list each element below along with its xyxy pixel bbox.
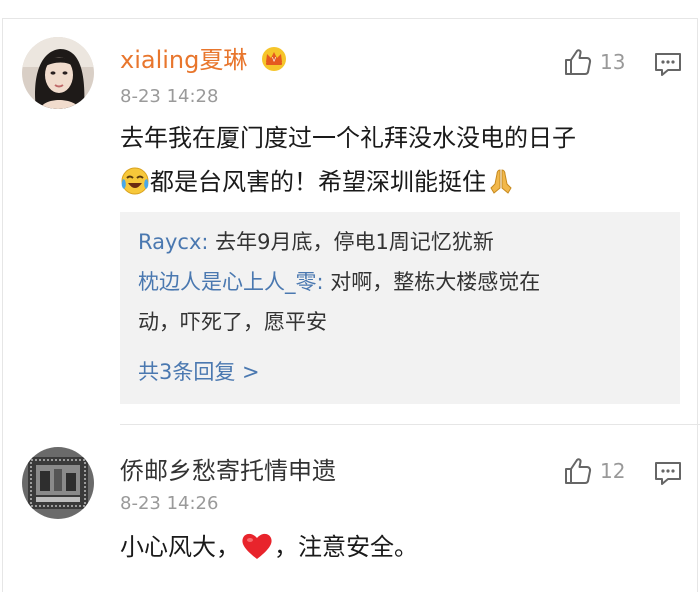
reply-text: 去年9月底，停电1周记忆犹新 — [215, 230, 494, 254]
avatar[interactable] — [22, 37, 94, 109]
comment-time: 8-23 14:26 — [120, 493, 219, 514]
reply-separator: : — [201, 230, 216, 254]
comment-item: xialing夏琳 V 8-23 14:28 13 去年我在厦门度过一个礼拜没水… — [0, 0, 696, 424]
more-replies-link[interactable]: 共3条回复 > — [138, 358, 260, 386]
reply-separator: : — [316, 270, 331, 294]
comment-content-line: 去年我在厦门度过一个礼拜没水没电的日子 — [120, 124, 576, 152]
reply-text-continuation: 动，吓死了，愿平安 — [138, 310, 327, 334]
comment-icon[interactable] — [652, 48, 684, 80]
username[interactable]: 侨邮乡愁寄托情申遗 — [120, 457, 336, 485]
comment-content-text: 都是台风害的！希望深圳能挺住 — [150, 168, 486, 196]
thumbs-up-icon[interactable] — [562, 455, 594, 487]
reply-author[interactable]: Raycx — [138, 230, 201, 254]
thumbs-up-icon[interactable] — [562, 46, 594, 78]
comment-content-line: 都是台风害的！希望深圳能挺住 — [120, 160, 576, 210]
praying-hands-emoji-icon — [486, 166, 516, 210]
like-count: 13 — [600, 50, 626, 74]
comment-icon[interactable] — [652, 457, 684, 489]
reply-box: Raycx: 去年9月底，停电1周记忆犹新 枕边人是心上人_零: 对啊，整栋大楼… — [120, 212, 680, 404]
reply-item: Raycx: 去年9月底，停电1周记忆犹新 — [138, 228, 494, 256]
vip-crown-icon: V — [260, 45, 288, 71]
comment-content-text: 小心风大， — [120, 533, 240, 561]
username[interactable]: xialing夏琳 — [120, 46, 247, 74]
comment-item: 侨邮乡愁寄托情申遗 8-23 14:26 12 小心风大， ，注意安全。 — [0, 425, 696, 592]
comment-content: 小心风大， ，注意安全。 — [120, 525, 418, 575]
comment-time: 8-23 14:28 — [120, 86, 219, 107]
crying-laughing-emoji-icon — [120, 166, 150, 210]
comment-content-text: ，注意安全。 — [274, 533, 418, 561]
like-count: 12 — [600, 459, 626, 483]
red-heart-emoji-icon — [240, 531, 274, 575]
reply-item: 枕边人是心上人_零: 对啊，整栋大楼感觉在 — [138, 268, 540, 296]
avatar[interactable] — [22, 447, 94, 519]
comment-content: 去年我在厦门度过一个礼拜没水没电的日子 都是台风害的！希望深圳能挺住 — [120, 116, 576, 210]
reply-author[interactable]: 枕边人是心上人_零 — [138, 270, 317, 294]
reply-text: 对啊，整栋大楼感觉在 — [330, 270, 541, 294]
